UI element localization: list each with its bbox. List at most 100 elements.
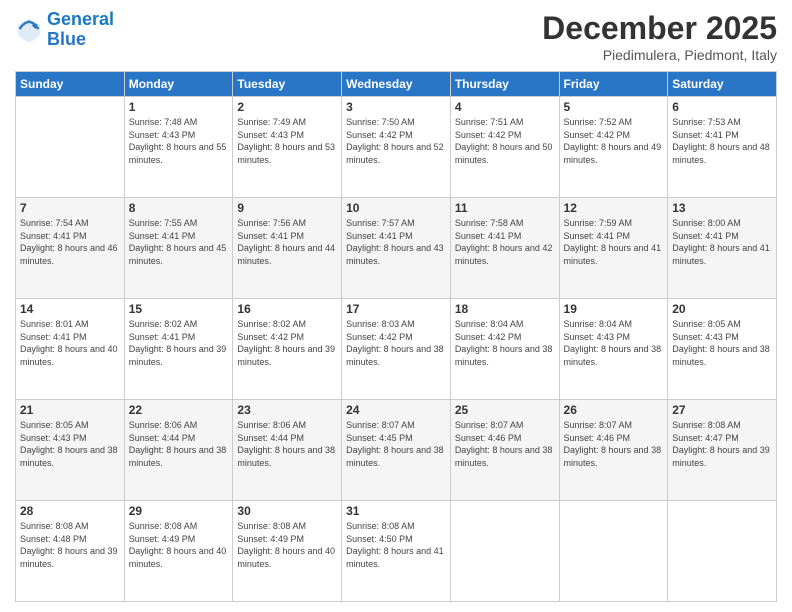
day-info: Sunrise: 7:50 AM Sunset: 4:42 PM Dayligh… (346, 116, 446, 166)
cell-3-1: 22Sunrise: 8:06 AM Sunset: 4:44 PM Dayli… (124, 400, 233, 501)
page: General Blue December 2025 Piedimulera, … (0, 0, 792, 612)
location-subtitle: Piedimulera, Piedmont, Italy (542, 47, 777, 63)
day-info: Sunrise: 8:01 AM Sunset: 4:41 PM Dayligh… (20, 318, 120, 368)
cell-3-0: 21 Sunrise: 8:05 AM Sunset: 4:43 PM Dayli… (16, 400, 125, 501)
cell-0-0 (16, 97, 125, 198)
cell-4-2: 30 Sunrise: 8:08 AM Sunset: 4:49 PM Dayli… (233, 501, 342, 602)
day-number: 3 (346, 100, 446, 114)
day-info: Sunrise: 8:08 AM Sunset: 4:47 PM Dayligh… (672, 419, 772, 469)
day-info: Sunrise: 7:54 AM Sunset: 4:41 PM Dayligh… (20, 217, 120, 267)
cell-1-4: 11 Sunrise: 7:58 AM Sunset: 4:41 PM Dayli… (450, 198, 559, 299)
day-number: 12 (564, 201, 664, 215)
day-number: 20 (672, 302, 772, 316)
cell-2-3: 17Sunrise: 8:03 AM Sunset: 4:42 PM Dayli… (342, 299, 451, 400)
cell-1-5: 12 Sunrise: 7:59 AM Sunset: 4:41 PM Dayli… (559, 198, 668, 299)
cell-4-0: 28 Sunrise: 8:08 AM Sunset: 4:48 PM Dayli… (16, 501, 125, 602)
cell-0-6: 6 Sunrise: 7:53 AM Sunset: 4:41 PM Daylig… (668, 97, 777, 198)
header: General Blue December 2025 Piedimulera, … (15, 10, 777, 63)
cell-4-6 (668, 501, 777, 602)
day-info: Sunrise: 7:55 AM Sunset: 4:41 PM Dayligh… (129, 217, 229, 267)
day-info: Sunrise: 8:02 AM Sunset: 4:41 PM Dayligh… (129, 318, 229, 368)
cell-1-2: 9 Sunrise: 7:56 AM Sunset: 4:41 PM Daylig… (233, 198, 342, 299)
day-number: 6 (672, 100, 772, 114)
cell-0-1: 1 Sunrise: 7:48 AM Sunset: 4:43 PM Daylig… (124, 97, 233, 198)
day-number: 31 (346, 504, 446, 518)
day-info: Sunrise: 8:08 AM Sunset: 4:49 PM Dayligh… (129, 520, 229, 570)
day-info: Sunrise: 8:04 AM Sunset: 4:43 PM Dayligh… (564, 318, 664, 368)
day-number: 2 (237, 100, 337, 114)
day-info: Sunrise: 7:48 AM Sunset: 4:43 PM Dayligh… (129, 116, 229, 166)
cell-3-6: 27Sunrise: 8:08 AM Sunset: 4:47 PM Dayli… (668, 400, 777, 501)
cell-3-2: 23 Sunrise: 8:06 AM Sunset: 4:44 PM Dayli… (233, 400, 342, 501)
day-info: Sunrise: 8:00 AM Sunset: 4:41 PM Dayligh… (672, 217, 772, 267)
cell-2-0: 14Sunrise: 8:01 AM Sunset: 4:41 PM Dayli… (16, 299, 125, 400)
day-number: 24 (346, 403, 446, 417)
cell-4-3: 31 Sunrise: 8:08 AM Sunset: 4:50 PM Dayli… (342, 501, 451, 602)
day-info: Sunrise: 7:58 AM Sunset: 4:41 PM Dayligh… (455, 217, 555, 267)
logo: General Blue (15, 10, 114, 50)
day-number: 1 (129, 100, 229, 114)
col-sunday: Sunday (16, 72, 125, 97)
calendar-header-row: Sunday Monday Tuesday Wednesday Thursday… (16, 72, 777, 97)
cell-2-1: 15Sunrise: 8:02 AM Sunset: 4:41 PM Dayli… (124, 299, 233, 400)
day-info: Sunrise: 7:59 AM Sunset: 4:41 PM Dayligh… (564, 217, 664, 267)
day-info: Sunrise: 8:07 AM Sunset: 4:46 PM Dayligh… (455, 419, 555, 469)
day-info: Sunrise: 8:07 AM Sunset: 4:45 PM Dayligh… (346, 419, 446, 469)
cell-4-4 (450, 501, 559, 602)
day-number: 21 (20, 403, 120, 417)
cell-3-3: 24 Sunrise: 8:07 AM Sunset: 4:45 PM Dayli… (342, 400, 451, 501)
day-number: 18 (455, 302, 555, 316)
day-info: Sunrise: 8:05 AM Sunset: 4:43 PM Dayligh… (672, 318, 772, 368)
week-row-2: 14Sunrise: 8:01 AM Sunset: 4:41 PM Dayli… (16, 299, 777, 400)
day-number: 8 (129, 201, 229, 215)
cell-2-5: 19 Sunrise: 8:04 AM Sunset: 4:43 PM Dayli… (559, 299, 668, 400)
day-number: 9 (237, 201, 337, 215)
day-info: Sunrise: 7:51 AM Sunset: 4:42 PM Dayligh… (455, 116, 555, 166)
calendar-table: Sunday Monday Tuesday Wednesday Thursday… (15, 71, 777, 602)
logo-line2: Blue (47, 29, 86, 49)
cell-1-0: 7Sunrise: 7:54 AM Sunset: 4:41 PM Daylig… (16, 198, 125, 299)
cell-1-1: 8 Sunrise: 7:55 AM Sunset: 4:41 PM Daylig… (124, 198, 233, 299)
day-info: Sunrise: 7:53 AM Sunset: 4:41 PM Dayligh… (672, 116, 772, 166)
day-info: Sunrise: 8:08 AM Sunset: 4:48 PM Dayligh… (20, 520, 120, 570)
day-info: Sunrise: 7:52 AM Sunset: 4:42 PM Dayligh… (564, 116, 664, 166)
col-wednesday: Wednesday (342, 72, 451, 97)
day-info: Sunrise: 8:03 AM Sunset: 4:42 PM Dayligh… (346, 318, 446, 368)
col-tuesday: Tuesday (233, 72, 342, 97)
cell-0-2: 2 Sunrise: 7:49 AM Sunset: 4:43 PM Daylig… (233, 97, 342, 198)
day-number: 11 (455, 201, 555, 215)
day-number: 22 (129, 403, 229, 417)
day-number: 28 (20, 504, 120, 518)
day-info: Sunrise: 7:56 AM Sunset: 4:41 PM Dayligh… (237, 217, 337, 267)
day-number: 19 (564, 302, 664, 316)
logo-text: General Blue (47, 10, 114, 50)
cell-4-5 (559, 501, 668, 602)
day-info: Sunrise: 8:07 AM Sunset: 4:46 PM Dayligh… (564, 419, 664, 469)
col-friday: Friday (559, 72, 668, 97)
cell-2-2: 16 Sunrise: 8:02 AM Sunset: 4:42 PM Dayli… (233, 299, 342, 400)
day-number: 13 (672, 201, 772, 215)
cell-3-4: 25 Sunrise: 8:07 AM Sunset: 4:46 PM Dayli… (450, 400, 559, 501)
week-row-0: 1 Sunrise: 7:48 AM Sunset: 4:43 PM Daylig… (16, 97, 777, 198)
cell-0-4: 4Sunrise: 7:51 AM Sunset: 4:42 PM Daylig… (450, 97, 559, 198)
day-number: 30 (237, 504, 337, 518)
day-info: Sunrise: 8:08 AM Sunset: 4:50 PM Dayligh… (346, 520, 446, 570)
day-number: 29 (129, 504, 229, 518)
day-info: Sunrise: 7:49 AM Sunset: 4:43 PM Dayligh… (237, 116, 337, 166)
week-row-3: 21 Sunrise: 8:05 AM Sunset: 4:43 PM Dayli… (16, 400, 777, 501)
day-number: 23 (237, 403, 337, 417)
cell-3-5: 26 Sunrise: 8:07 AM Sunset: 4:46 PM Dayli… (559, 400, 668, 501)
day-number: 25 (455, 403, 555, 417)
day-number: 5 (564, 100, 664, 114)
title-block: December 2025 Piedimulera, Piedmont, Ita… (542, 10, 777, 63)
day-info: Sunrise: 8:06 AM Sunset: 4:44 PM Dayligh… (237, 419, 337, 469)
day-info: Sunrise: 8:02 AM Sunset: 4:42 PM Dayligh… (237, 318, 337, 368)
day-info: Sunrise: 8:05 AM Sunset: 4:43 PM Dayligh… (20, 419, 120, 469)
col-saturday: Saturday (668, 72, 777, 97)
day-number: 10 (346, 201, 446, 215)
month-title: December 2025 (542, 10, 777, 47)
day-number: 26 (564, 403, 664, 417)
logo-line1: General (47, 9, 114, 29)
day-number: 16 (237, 302, 337, 316)
day-info: Sunrise: 8:08 AM Sunset: 4:49 PM Dayligh… (237, 520, 337, 570)
